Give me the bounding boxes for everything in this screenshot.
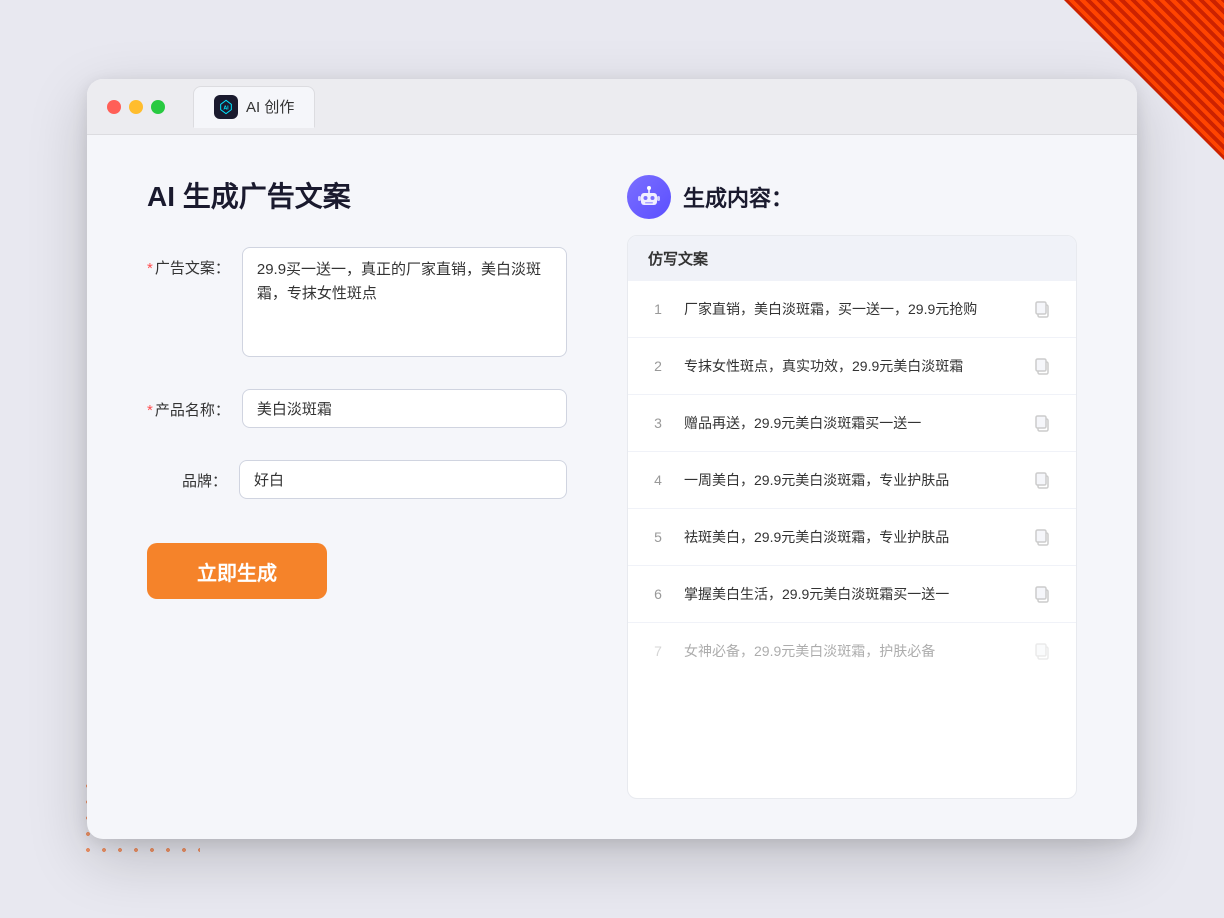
- copy-icon-3[interactable]: [1028, 409, 1056, 437]
- row-text-6: 掌握美白生活，29.9元美白淡斑霜买一送一: [684, 584, 1012, 605]
- browser-window: AI AI 创作 AI 生成广告文案 *广告文案： 29.9买一送一，真正的厂家…: [87, 79, 1137, 839]
- left-panel: AI 生成广告文案 *广告文案： 29.9买一送一，真正的厂家直销，美白淡斑霜，…: [147, 175, 567, 799]
- ad-copy-input[interactable]: 29.9买一送一，真正的厂家直销，美白淡斑霜，专抹女性斑点: [242, 247, 567, 357]
- row-text-1: 厂家直销，美白淡斑霜，买一送一，29.9元抢购: [684, 299, 1012, 320]
- brand-group: 品牌： 好白: [147, 460, 567, 499]
- row-number-5: 5: [648, 529, 668, 545]
- row-number-3: 3: [648, 415, 668, 431]
- copy-icon-4[interactable]: [1028, 466, 1056, 494]
- row-text-2: 专抹女性斑点，真实功效，29.9元美白淡斑霜: [684, 356, 1012, 377]
- product-name-label: *产品名称：: [147, 399, 230, 420]
- product-name-input[interactable]: 美白淡斑霜: [242, 389, 567, 428]
- row-number-7: 7: [648, 643, 668, 659]
- copy-icon-5[interactable]: [1028, 523, 1056, 551]
- table-row-faded: 7 女神必备，29.9元美白淡斑霜，护肤必备: [628, 623, 1076, 679]
- row-text-7: 女神必备，29.9元美白淡斑霜，护肤必备: [684, 641, 1012, 662]
- row-text-5: 祛斑美白，29.9元美白淡斑霜，专业护肤品: [684, 527, 1012, 548]
- table-row: 1 厂家直销，美白淡斑霜，买一送一，29.9元抢购: [628, 281, 1076, 338]
- row-number-2: 2: [648, 358, 668, 374]
- ad-copy-group: *广告文案： 29.9买一送一，真正的厂家直销，美白淡斑霜，专抹女性斑点: [147, 247, 567, 357]
- table-header: 仿写文案: [628, 236, 1076, 281]
- copy-icon-7[interactable]: [1028, 637, 1056, 665]
- table-row: 3 赠品再送，29.9元美白淡斑霜买一送一: [628, 395, 1076, 452]
- result-title: 生成内容：: [683, 181, 793, 213]
- product-name-group: *产品名称： 美白淡斑霜: [147, 389, 567, 428]
- robot-icon: [627, 175, 671, 219]
- result-table: 仿写文案 1 厂家直销，美白淡斑霜，买一送一，29.9元抢购 2 专抹女性斑点，…: [627, 235, 1077, 799]
- row-text-3: 赠品再送，29.9元美白淡斑霜买一送一: [684, 413, 1012, 434]
- minimize-button[interactable]: [129, 100, 143, 114]
- tab-ai-creation[interactable]: AI AI 创作: [193, 86, 315, 128]
- copy-icon-1[interactable]: [1028, 295, 1056, 323]
- window-controls: [107, 100, 165, 114]
- brand-input[interactable]: 好白: [239, 460, 567, 499]
- result-header: 生成内容：: [627, 175, 1077, 219]
- maximize-button[interactable]: [151, 100, 165, 114]
- content-area: AI 生成广告文案 *广告文案： 29.9买一送一，真正的厂家直销，美白淡斑霜，…: [87, 135, 1137, 839]
- title-bar: AI AI 创作: [87, 79, 1137, 135]
- page-title: AI 生成广告文案: [147, 175, 567, 215]
- row-text-4: 一周美白，29.9元美白淡斑霜，专业护肤品: [684, 470, 1012, 491]
- row-number-6: 6: [648, 586, 668, 602]
- generate-button[interactable]: 立即生成: [147, 543, 327, 599]
- required-mark-1: *: [147, 260, 153, 277]
- row-number-1: 1: [648, 301, 668, 317]
- brand-label: 品牌：: [147, 470, 227, 491]
- table-row: 4 一周美白，29.9元美白淡斑霜，专业护肤品: [628, 452, 1076, 509]
- ai-icon: AI: [214, 95, 238, 119]
- table-row: 5 祛斑美白，29.9元美白淡斑霜，专业护肤品: [628, 509, 1076, 566]
- svg-text:AI: AI: [223, 105, 229, 111]
- row-number-4: 4: [648, 472, 668, 488]
- tab-title: AI 创作: [246, 96, 294, 117]
- copy-icon-2[interactable]: [1028, 352, 1056, 380]
- copy-icon-6[interactable]: [1028, 580, 1056, 608]
- close-button[interactable]: [107, 100, 121, 114]
- table-row: 6 掌握美白生活，29.9元美白淡斑霜买一送一: [628, 566, 1076, 623]
- table-row: 2 专抹女性斑点，真实功效，29.9元美白淡斑霜: [628, 338, 1076, 395]
- required-mark-2: *: [147, 402, 153, 419]
- right-panel: 生成内容： 仿写文案 1 厂家直销，美白淡斑霜，买一送一，29.9元抢购 2: [627, 175, 1077, 799]
- ad-copy-label: *广告文案：: [147, 257, 230, 278]
